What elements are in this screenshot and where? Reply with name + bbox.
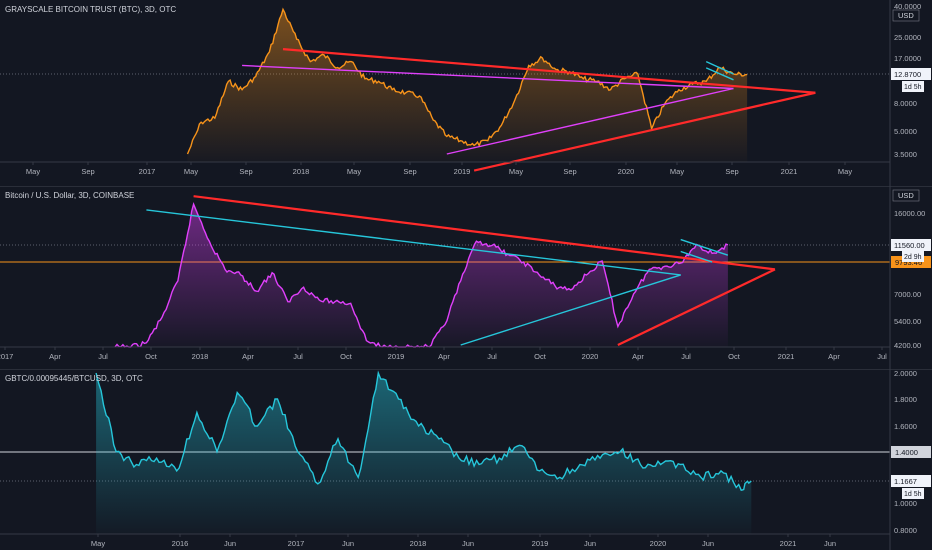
time-tick-label: May [91,539,105,548]
time-tick-label: 2020 [650,539,667,548]
time-tick-label: 2019 [388,352,405,361]
pane-title: Bitcoin / U.S. Dollar, 3D, COINBASE [5,191,135,200]
trendline-2 [146,209,681,276]
time-tick-label: 2017 [0,352,13,361]
price-tick-label: 17.0000 [894,54,921,63]
price-tick-label: 8.0000 [894,99,917,108]
pane-title: GRAYSCALE BITCOIN TRUST (BTC), 3D, OTC [5,5,177,14]
time-tick-label: 2016 [172,539,189,548]
time-tick-label: Apr [438,352,450,361]
time-tick-label: Sep [239,167,252,176]
time-tick-label: 2021 [780,539,797,548]
time-tick-label: 2020 [582,352,599,361]
time-tick-label: 2018 [192,352,209,361]
time-tick-label: Jun [342,539,354,548]
time-tick-label: May [838,167,852,176]
countdown-tag: 1d 5h [904,491,922,498]
time-tick-label: 2020 [618,167,635,176]
price-tick-label: 1.6000 [894,422,917,431]
series-area-fill [96,373,752,534]
gbtc-price-chart[interactable]: 40.0000 25.0000 17.0000 8.0000 5.0000 3.5000 U… [0,0,932,186]
btcusd-price-chart[interactable]: 16000.007000.005400.004200.00USD9793.461… [0,186,932,369]
price-tick-label: 1.8000 [894,395,917,404]
time-tick-label: May [184,167,198,176]
price-tick-label: 1.0000 [894,499,917,508]
last-price-tag: 1.1667 [894,477,917,486]
time-tick-label: May [347,167,361,176]
time-tick-label: Oct [145,352,158,361]
time-tick-label: 2019 [532,539,549,548]
time-tick-label: Jul [98,352,108,361]
time-tick-label: Jun [702,539,714,548]
gbtc-premium-ratio-pane[interactable]: 2.0000 1.8000 1.6000 1.0000 0.8000 1.4000 1.16… [0,369,932,550]
time-tick-label: Oct [340,352,353,361]
time-tick-label: 2017 [139,167,156,176]
gbtc-price-pane[interactable]: 40.0000 25.0000 17.0000 8.0000 5.0000 3.5000 U… [0,0,932,186]
time-tick-label: 2018 [410,539,427,548]
currency-tag: USD [898,191,914,200]
btcusd-price-pane[interactable]: 16000.00 7000.00 5400.00 4200.00 USD 9793.46 1… [0,186,932,369]
price-tick-label: 16000.00 [894,209,925,218]
time-tick-label: 2018 [293,167,310,176]
time-tick-label: Jul [877,352,887,361]
price-tick-label: 5400.00 [894,317,921,326]
price-tick-label: 40.0000 [894,2,921,11]
last-price-tag: 12.8700 [894,70,921,79]
price-tick-label: 3.5000 [894,150,917,159]
time-tick-label: Sep [725,167,738,176]
time-tick-label: Jul [293,352,303,361]
time-tick-label: Jul [487,352,497,361]
countdown-tag: 2d 9h [904,254,922,261]
price-tick-label: 5.0000 [894,127,917,136]
time-tick-label: 2021 [781,167,798,176]
price-tick-label: 25.0000 [894,33,921,42]
level-price-tag: 1.4000 [895,448,918,457]
time-tick-label: Jun [224,539,236,548]
time-tick-label: Sep [563,167,576,176]
price-tick-label: 7000.00 [894,290,921,299]
time-tick-label: Jun [584,539,596,548]
price-tick-label: 4200.00 [894,341,921,350]
time-tick-label: Oct [728,352,741,361]
price-tick-label: 2.0000 [894,369,917,378]
pane-title: GBTC/0.00095445/BTCUSD, 3D, OTC [5,374,143,383]
time-tick-label: Apr [242,352,254,361]
gbtc-premium-ratio-chart[interactable]: 2.0000 1.8000 1.6000 1.0000 0.8000 1.4000 1.16… [0,369,932,550]
time-tick-label: Apr [632,352,644,361]
time-tick-label: 2021 [778,352,795,361]
time-tick-label: May [670,167,684,176]
time-tick-label: May [26,167,40,176]
time-tick-label: Jun [824,539,836,548]
currency-tag: USD [898,11,914,20]
time-tick-label: Jun [462,539,474,548]
time-tick-label: Apr [828,352,840,361]
time-tick-label: 2019 [454,167,471,176]
time-tick-label: 2017 [288,539,305,548]
time-tick-label: Oct [534,352,547,361]
time-tick-label: Jul [681,352,691,361]
time-tick-label: Apr [49,352,61,361]
price-tick-label: 0.8000 [894,526,917,535]
last-price-tag: 11560.00 [894,241,925,250]
time-tick-label: May [509,167,523,176]
time-tick-label: Sep [81,167,94,176]
countdown-tag: 1d 5h [904,84,922,91]
time-tick-label: Sep [403,167,416,176]
